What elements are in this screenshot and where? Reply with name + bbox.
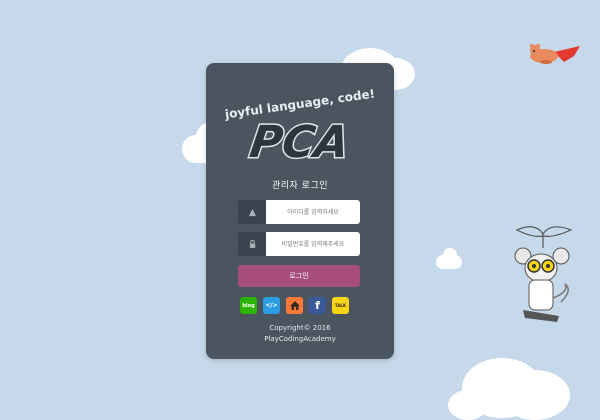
propeller-mouse-mascot bbox=[514, 226, 573, 322]
code-icon[interactable]: </> bbox=[263, 297, 280, 314]
facebook-icon[interactable]: f bbox=[309, 297, 326, 314]
svg-text:PCA: PCA bbox=[247, 117, 353, 167]
user-icon bbox=[238, 200, 266, 224]
login-panel: joyful language, code! PCA 관리자 로그인 로그인 b… bbox=[206, 63, 394, 359]
social-links: blog </> f TALK bbox=[240, 297, 349, 314]
pca-logo: PCA bbox=[245, 116, 354, 167]
id-field bbox=[238, 200, 360, 224]
organization-name: PlayCodingAcademy bbox=[264, 335, 336, 343]
blog-icon[interactable]: blog bbox=[240, 297, 257, 314]
login-button[interactable]: 로그인 bbox=[238, 265, 360, 287]
lock-icon bbox=[238, 232, 266, 256]
admin-login-title: 관리자 로그인 bbox=[271, 181, 329, 191]
password-field bbox=[238, 232, 360, 256]
home-icon[interactable] bbox=[286, 297, 303, 314]
password-input[interactable] bbox=[266, 232, 360, 256]
kakaotalk-icon[interactable]: TALK bbox=[332, 297, 349, 314]
copyright-line: Copyright© 2016 bbox=[269, 324, 331, 332]
copyright-text: Copyright© 2016 PlayCodingAcademy bbox=[206, 323, 394, 345]
flying-squirrel-mascot bbox=[530, 44, 580, 64]
id-input[interactable] bbox=[266, 200, 360, 224]
